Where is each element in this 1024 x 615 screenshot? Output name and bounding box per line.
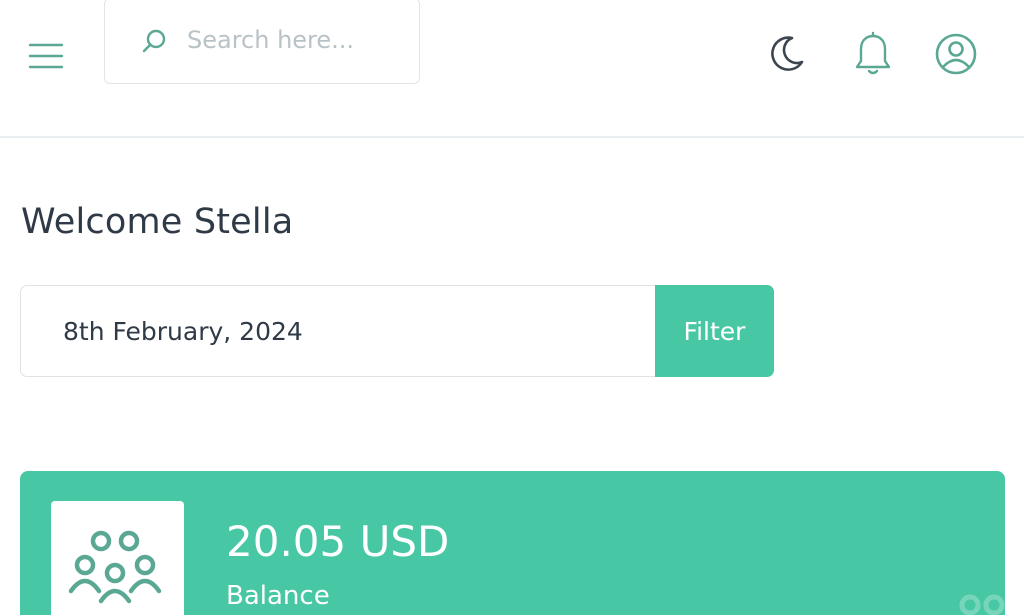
search-icon bbox=[142, 29, 166, 53]
search-input[interactable] bbox=[187, 21, 407, 59]
bell-icon bbox=[855, 31, 891, 75]
top-bar bbox=[0, 0, 1024, 138]
balance-icon-box bbox=[51, 501, 184, 615]
date-input[interactable] bbox=[20, 285, 656, 377]
menu-button[interactable] bbox=[24, 36, 68, 76]
moon-icon bbox=[771, 36, 804, 71]
people-group-icon bbox=[68, 530, 162, 604]
search-box[interactable] bbox=[104, 0, 420, 84]
balance-amount: 20.05 USD bbox=[226, 517, 450, 566]
profile-button[interactable] bbox=[932, 30, 980, 78]
filter-button[interactable]: Filter bbox=[655, 285, 774, 377]
hamburger-menu-icon bbox=[28, 43, 64, 69]
welcome-heading: Welcome Stella bbox=[21, 202, 294, 242]
page: Welcome Stella Filter 20.05 USD Balance bbox=[0, 0, 1024, 615]
user-circle-icon bbox=[935, 33, 977, 75]
theme-toggle-button[interactable] bbox=[762, 30, 808, 76]
balance-card[interactable]: 20.05 USD Balance bbox=[20, 471, 1005, 615]
date-filter-group: Filter bbox=[20, 285, 774, 377]
notifications-button[interactable] bbox=[850, 30, 896, 80]
decorative-people-icon bbox=[959, 594, 1005, 615]
balance-label: Balance bbox=[226, 581, 330, 611]
